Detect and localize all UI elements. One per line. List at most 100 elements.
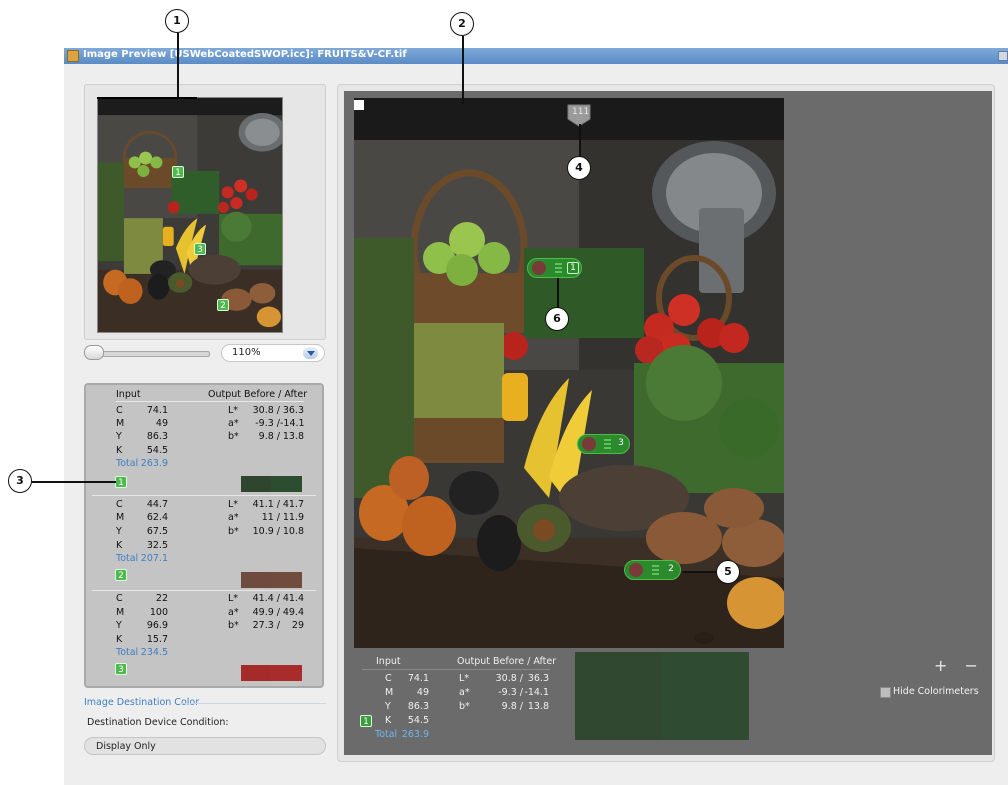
thumb-colorimeter-marker-3[interactable]: 3 xyxy=(194,243,206,255)
divider xyxy=(362,669,550,670)
callout-line xyxy=(579,124,581,157)
m-label: M xyxy=(385,687,394,698)
l-after: 36.3 xyxy=(527,673,549,684)
y-label: Y xyxy=(116,620,122,631)
reference-tag-label: 111 xyxy=(572,107,590,117)
m-value: 100 xyxy=(149,607,168,618)
k-label: K xyxy=(385,715,392,726)
grip-icon xyxy=(604,439,611,449)
colorimeter-1[interactable]: 1 xyxy=(527,258,582,278)
hide-colorimeters-checkbox[interactable] xyxy=(880,687,891,698)
callout-line xyxy=(683,571,717,573)
callout-6: 6 xyxy=(545,307,569,331)
thumb-colorimeter-marker-2[interactable]: 2 xyxy=(217,299,229,311)
c-label: C xyxy=(385,673,392,684)
zoom-slider-handle[interactable] xyxy=(84,345,104,360)
colorimeter-badge-2[interactable]: 2 xyxy=(115,569,127,581)
total-label: Total xyxy=(116,647,139,658)
c-value: 44.7 xyxy=(146,499,168,510)
callout-5: 5 xyxy=(716,560,740,584)
crosshair-icon xyxy=(532,261,546,275)
c-value: 22 xyxy=(155,593,168,604)
a-before: -9.3 / xyxy=(255,418,280,429)
output-header: Output Before / After xyxy=(457,656,557,667)
m-label: M xyxy=(116,512,125,523)
l-after: 41.7 xyxy=(282,499,304,510)
colorimeter-number: 1 xyxy=(567,262,579,274)
l-after: 36.3 xyxy=(282,405,304,416)
preview-corner-marker xyxy=(354,100,364,110)
l-label: L* xyxy=(228,405,239,416)
thumb-colorimeter-marker-1[interactable]: 1 xyxy=(172,166,184,178)
callout-line xyxy=(177,33,179,97)
output-header: Output Before / After xyxy=(208,389,308,400)
a-label: a* xyxy=(228,607,239,618)
total-value: 263.9 xyxy=(140,458,168,469)
m-value: 62.4 xyxy=(146,512,168,523)
grip-icon xyxy=(652,565,659,575)
a-after: 11.9 xyxy=(282,512,304,523)
l-before: 30.8 / xyxy=(252,405,280,416)
colorimeter-3[interactable]: 3 xyxy=(577,434,630,454)
y-value: 86.3 xyxy=(407,701,429,712)
b-after: 29 xyxy=(291,620,304,631)
y-label: Y xyxy=(116,431,122,442)
b-after: 13.8 xyxy=(527,701,549,712)
after-swatch xyxy=(271,572,302,588)
divider xyxy=(182,703,326,704)
window-control-button[interactable] xyxy=(998,51,1008,61)
a-after: 49.4 xyxy=(282,607,304,618)
k-label: K xyxy=(116,540,123,551)
callout-line xyxy=(32,481,116,483)
y-label: Y xyxy=(385,701,391,712)
after-swatch xyxy=(271,665,302,681)
l-label: L* xyxy=(228,499,239,510)
b-label: b* xyxy=(228,526,239,537)
destination-condition-value: Display Only xyxy=(96,741,156,752)
c-label: C xyxy=(116,499,123,510)
a-label: a* xyxy=(228,512,239,523)
b-label: b* xyxy=(459,701,470,712)
window-title: Image Preview [USWebCoatedSWOP.icc]: FRU… xyxy=(83,49,407,60)
l-before: 41.4 / xyxy=(252,593,280,604)
before-swatch-large xyxy=(575,652,662,740)
c-value: 74.1 xyxy=(407,673,429,684)
colorimeter-badge-1[interactable]: 1 xyxy=(360,715,372,727)
divider xyxy=(92,495,316,496)
a-after: -14.1 xyxy=(524,687,549,698)
input-header: Input xyxy=(376,656,401,667)
total-value: 234.5 xyxy=(140,647,168,658)
crosshair-icon xyxy=(629,563,643,577)
m-value: 49 xyxy=(155,418,168,429)
callout-1: 1 xyxy=(165,9,189,33)
m-value: 49 xyxy=(416,687,429,698)
divider xyxy=(116,401,304,402)
before-swatch xyxy=(241,476,271,492)
l-label: L* xyxy=(228,593,239,604)
total-label: Total xyxy=(375,729,398,740)
colorimeter-2[interactable]: 2 xyxy=(624,560,681,580)
total-label: Total xyxy=(116,553,139,564)
divider xyxy=(92,590,316,591)
a-before: 49.9 / xyxy=(252,607,280,618)
c-label: C xyxy=(116,405,123,416)
y-value: 67.5 xyxy=(146,526,168,537)
colorimeter-badge-3[interactable]: 3 xyxy=(115,663,127,675)
add-remove-colorimeter-buttons[interactable]: + − xyxy=(934,656,984,675)
zoom-slider-track[interactable] xyxy=(86,351,210,357)
callout-line xyxy=(557,278,559,308)
k-value: 54.5 xyxy=(146,445,168,456)
thumbnail-image[interactable] xyxy=(97,97,283,333)
after-swatch-large xyxy=(662,652,749,740)
zoom-value: 110% xyxy=(232,347,261,358)
y-value: 86.3 xyxy=(146,431,168,442)
callout-4: 4 xyxy=(567,156,591,180)
callout-2: 2 xyxy=(450,12,474,36)
a-before: 11 / xyxy=(261,512,280,523)
colorimeter-badge-1[interactable]: 1 xyxy=(115,476,127,488)
chevron-down-icon[interactable] xyxy=(303,347,318,359)
total-label: Total xyxy=(116,458,139,469)
k-value: 32.5 xyxy=(146,540,168,551)
l-after: 41.4 xyxy=(282,593,304,604)
b-after: 10.8 xyxy=(282,526,304,537)
